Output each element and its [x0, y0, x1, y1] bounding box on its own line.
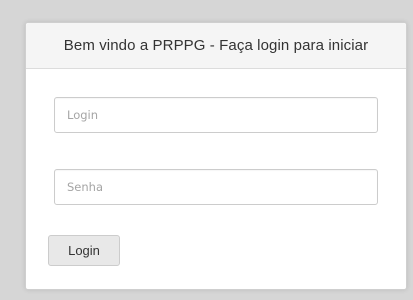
panel-title: Bem vindo a PRPPG - Faça login para inic…: [63, 37, 369, 54]
login-input[interactable]: [54, 97, 378, 133]
password-input[interactable]: [54, 169, 378, 205]
login-panel: Bem vindo a PRPPG - Faça login para inic…: [25, 22, 407, 290]
panel-header: Bem vindo a PRPPG - Faça login para inic…: [26, 23, 406, 69]
login-button[interactable]: Login: [48, 235, 120, 266]
